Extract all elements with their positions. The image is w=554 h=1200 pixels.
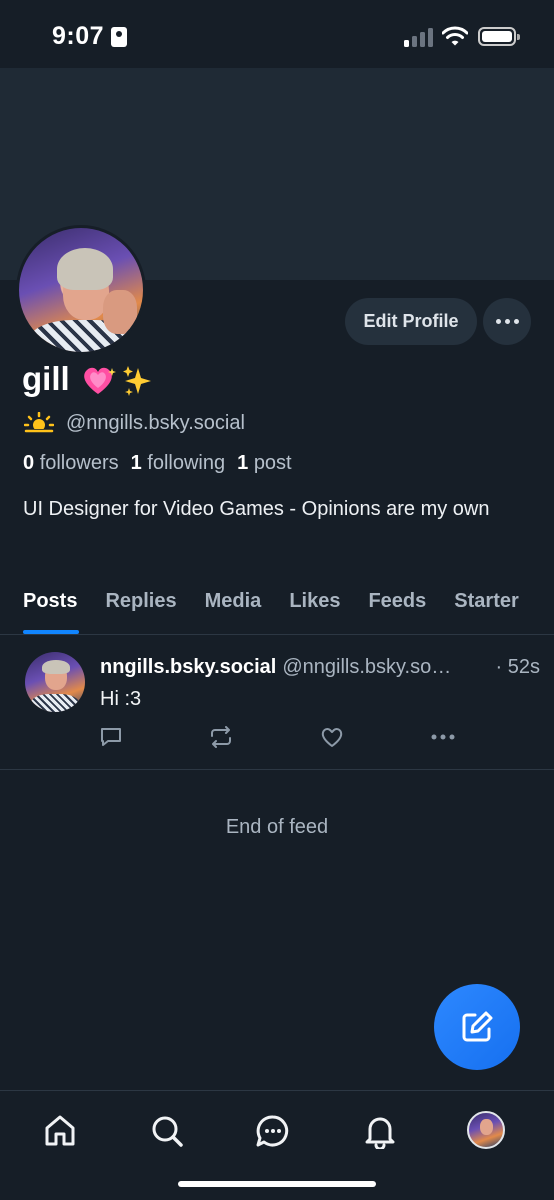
profile-bio: UI Designer for Video Games - Opinions a… — [23, 498, 490, 520]
more-icon — [495, 319, 501, 324]
followers-count: 0 — [23, 452, 35, 474]
chat-icon — [256, 1115, 289, 1147]
bell-icon — [365, 1117, 395, 1149]
profile-tabs: Posts Replies Media Likes Feeds Starter — [0, 585, 554, 635]
search-icon — [152, 1116, 183, 1147]
tab-likes[interactable]: Likes — [275, 585, 354, 634]
repost-button[interactable] — [208, 726, 234, 748]
profile-avatar[interactable] — [16, 225, 146, 355]
following-count: 1 — [130, 452, 142, 474]
cellular-signal-icon — [404, 27, 434, 47]
reply-button[interactable] — [98, 726, 124, 748]
followers-stat[interactable]: 0 followers — [23, 452, 119, 475]
post-author-name[interactable]: nngills.bsky.social — [100, 656, 276, 679]
home-indicator — [178, 1181, 376, 1187]
display-name: gill — [22, 360, 70, 397]
sun-behind-cloud-icon — [24, 412, 54, 434]
handle-row: @nngills.bsky.social — [24, 410, 245, 436]
nav-home[interactable] — [40, 1111, 80, 1151]
feed-post[interactable]: nngills.bsky.social @nngills.bsky.social… — [0, 636, 554, 770]
sparkling-heart-icon — [84, 367, 116, 394]
profile-more-button[interactable] — [483, 298, 531, 345]
post-more-button[interactable] — [430, 726, 456, 748]
followers-label: followers — [39, 452, 119, 474]
profile-handle: @nngills.bsky.social — [66, 411, 245, 434]
wifi-icon — [442, 26, 468, 46]
post-timestamp: · 52s — [495, 656, 540, 678]
compose-post-button[interactable] — [434, 984, 520, 1070]
tab-feeds[interactable]: Feeds — [354, 585, 440, 634]
like-icon — [321, 727, 343, 747]
nav-notifications[interactable] — [360, 1111, 400, 1151]
profile-stats: 0 followers 1 following 1 post — [23, 452, 292, 475]
tab-replies[interactable]: Replies — [91, 585, 190, 634]
post-header: nngills.bsky.social @nngills.bsky.social… — [100, 656, 540, 679]
focus-mode-icon — [111, 27, 127, 47]
like-button[interactable] — [319, 726, 345, 748]
post-author-avatar[interactable] — [25, 652, 85, 712]
edit-profile-button[interactable]: Edit Profile — [345, 298, 477, 345]
sparkles-icon — [123, 366, 151, 396]
status-bar: 9:07 — [0, 0, 554, 68]
following-stat[interactable]: 1 following — [131, 452, 226, 475]
post-author-handle: @nngills.bsky.social — [282, 656, 461, 678]
end-of-feed-label: End of feed — [225, 816, 329, 838]
repost-icon — [211, 726, 231, 748]
posts-count: 1 — [237, 452, 249, 474]
tab-media[interactable]: Media — [191, 585, 276, 634]
posts-stat: 1 post — [237, 452, 292, 475]
home-icon — [45, 1115, 75, 1146]
tab-posts[interactable]: Posts — [0, 585, 91, 634]
posts-label: post — [253, 452, 292, 474]
compose-icon — [462, 1011, 493, 1042]
tab-starter[interactable]: Starter — [440, 585, 532, 634]
name-emojis — [82, 364, 154, 403]
nav-chat[interactable] — [253, 1111, 293, 1151]
more-icon — [431, 734, 455, 740]
status-time: 9:07 — [52, 22, 105, 50]
nav-profile-avatar[interactable] — [467, 1111, 505, 1149]
battery-icon — [478, 27, 520, 46]
reply-icon — [101, 728, 121, 746]
following-label: following — [147, 452, 226, 474]
post-text: Hi :3 — [100, 688, 142, 710]
nav-search[interactable] — [147, 1111, 187, 1151]
